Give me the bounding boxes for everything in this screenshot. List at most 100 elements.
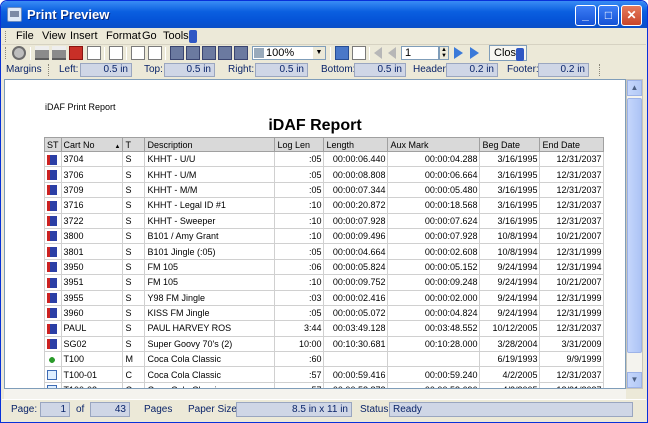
scroll-thumb[interactable]	[627, 98, 642, 353]
status-value: Ready	[389, 402, 633, 417]
left-margin-field[interactable]: 0.5 in	[80, 63, 132, 77]
table-row[interactable]: 3704 S KHHT - U/U:05 00:00:06.440 00:00:04.2…	[44, 150, 605, 168]
beg-date-cell: 4/2/2005	[479, 366, 541, 383]
email-icon[interactable]	[352, 46, 366, 60]
log-len-cell: :05	[274, 166, 325, 183]
table-body: 3704 S KHHT - U/U:05 00:00:06.440 00:00:04.2…	[44, 150, 605, 388]
table-row[interactable]: PAUL S PAUL HARVEY ROS 3:44 00:03:49.128 00:0…	[44, 320, 605, 337]
table-row[interactable]: 3955 S Y98 FM Jingle:03 00:00:02.416 00:00:0…	[44, 289, 605, 306]
multi-pages-icon[interactable]	[218, 46, 232, 60]
chevron-down-icon[interactable]: ▼	[313, 47, 325, 59]
table-row[interactable]: 3951 S FM 105:10 00:00:09.752 00:00:09.248 9/…	[44, 274, 605, 291]
page-width-icon[interactable]	[148, 46, 162, 60]
column-header[interactable]: Beg Date	[479, 137, 541, 152]
status-cell	[44, 212, 62, 229]
cart-no-cell: 3955	[60, 289, 124, 306]
print-setup-icon[interactable]	[52, 46, 66, 60]
column-header[interactable]: Aux Mark	[387, 137, 481, 152]
column-header-sorted[interactable]: Cart No ▲	[60, 137, 124, 152]
report-preview-page: iDAF Print Report iDAF Report ST Cart No…	[4, 79, 626, 389]
log-len-cell: :05	[274, 150, 325, 168]
table-row[interactable]: T100 M Coca Cola Classic:60 6/19/1993 9/9/19…	[44, 351, 605, 368]
zoom-select[interactable]: 100% ▼	[252, 46, 326, 60]
aux-mark-cell: 00:00:09.248	[387, 274, 481, 291]
maximize-button[interactable]: □	[598, 5, 619, 26]
length-cell: 00:00:58.872	[323, 381, 389, 388]
table-row[interactable]: 3709 S KHHT - M/M:05 00:00:07.344 00:00:05.4…	[44, 181, 605, 199]
beg-date-cell: 10/12/2005	[479, 320, 541, 337]
toolbar-overflow-icon[interactable]	[516, 48, 524, 61]
footer-margin-field[interactable]: 0.2 in	[538, 63, 589, 77]
table-row[interactable]: 3706 S KHHT - U/M:05 00:00:08.808 00:00:06.6…	[44, 166, 605, 183]
bottom-margin-field[interactable]: 0.5 in	[354, 63, 406, 77]
print-icon[interactable]	[35, 46, 49, 60]
next-page-icon[interactable]	[454, 47, 463, 59]
status-cell	[44, 181, 62, 199]
table-row[interactable]: 3950 S FM 105:06 00:00:05.824 00:00:05.152 9/…	[44, 258, 605, 276]
menu-view[interactable]: View	[42, 30, 66, 42]
table-row[interactable]: 3800 S B101 / Amy Grant:10 00:00:09.496 00:0…	[44, 227, 605, 245]
aux-mark-cell: 00:00:05.152	[387, 258, 481, 276]
scroll-up-icon[interactable]: ▲	[627, 80, 642, 96]
first-page-icon[interactable]	[374, 47, 382, 59]
cart-no-cell: PAUL	[60, 320, 124, 337]
vertical-scrollbar[interactable]: ▲ ▼	[626, 79, 643, 389]
aux-mark-cell: 00:00:02.000	[387, 289, 481, 306]
sort-ascending-icon: ▲	[114, 143, 121, 150]
page-spinner[interactable]: ▲ ▼	[439, 46, 449, 60]
column-header[interactable]: Log Len	[274, 137, 325, 152]
length-cell: 00:00:07.928	[323, 212, 389, 229]
header-margin-field[interactable]: 0.2 in	[446, 63, 498, 77]
menu-overflow-icon[interactable]	[189, 30, 197, 43]
title-bar[interactable]: Print Preview _ □ ✕	[1, 1, 647, 28]
zoom-page-icon[interactable]	[170, 46, 184, 60]
last-page-icon[interactable]	[470, 47, 479, 59]
column-header[interactable]: Description	[144, 137, 276, 152]
settings-gear-icon[interactable]	[12, 46, 26, 60]
find-icon[interactable]	[335, 46, 349, 60]
thumbnails-icon[interactable]	[234, 46, 248, 60]
top-margin-field[interactable]: 0.5 in	[164, 63, 215, 77]
print-preview-window: Print Preview _ □ ✕ File View Insert For…	[0, 0, 648, 423]
table-row[interactable]: T100-01 C Coca Cola Classic:57 00:00:59.416…	[44, 366, 605, 383]
column-header[interactable]: End Date	[539, 137, 605, 152]
length-cell: 00:00:05.824	[323, 258, 389, 276]
menu-tools[interactable]: Tools	[163, 30, 189, 42]
previous-page-icon[interactable]	[388, 47, 396, 59]
status-bar: Page: 1 of 43 Pages Paper Size: 8.5 in x…	[2, 399, 646, 422]
column-header[interactable]: Length	[323, 137, 389, 152]
top-margin-label: Top:	[144, 64, 163, 75]
menu-go[interactable]: Go	[142, 30, 157, 42]
close-window-button[interactable]: ✕	[621, 5, 642, 26]
two-pages-icon[interactable]	[186, 46, 200, 60]
scroll-down-icon[interactable]: ▼	[627, 372, 642, 388]
page-number-input[interactable]: 1	[401, 46, 439, 60]
menu-insert[interactable]: Insert	[70, 30, 98, 42]
single-page-icon[interactable]	[131, 46, 145, 60]
export-document-icon[interactable]	[87, 46, 101, 60]
status-cell	[44, 366, 62, 383]
beg-date-cell: 3/16/1995	[479, 150, 541, 168]
end-date-cell: 10/21/2007	[539, 274, 605, 291]
type-cell: S	[122, 227, 146, 245]
table-row[interactable]: 3722 S KHHT - Sweeper:10 00:00:07.928 00:00:…	[44, 212, 605, 229]
table-row[interactable]: 3960 S KISS FM Jingle:05 00:00:05.072 00:00:…	[44, 304, 605, 322]
description-cell: Coca Cola Classic	[144, 366, 276, 383]
table-row[interactable]: T100-02CCoca Cola Classic:5700:00:58.872…	[44, 381, 605, 388]
table-row[interactable]: SG02 S Super Goovy 70's (2) 10:00 00:10:30.6…	[44, 335, 605, 353]
cart-icon	[47, 154, 57, 165]
table-row[interactable]: 3716 S KHHT - Legal ID #1:10 00:00:20.872 00…	[44, 197, 605, 214]
page-setup-icon[interactable]	[109, 46, 123, 60]
right-margin-field[interactable]: 0.5 in	[255, 63, 308, 77]
cart-no-cell: 3706	[60, 166, 124, 183]
aux-mark-cell: 00:03:48.552	[387, 320, 481, 337]
column-header[interactable]: ST	[44, 137, 62, 152]
column-header[interactable]: T	[122, 137, 146, 152]
menu-format[interactable]: Format	[106, 30, 141, 42]
four-pages-icon[interactable]	[202, 46, 216, 60]
menu-file[interactable]: File	[16, 30, 34, 42]
toolbar-grip	[5, 47, 8, 59]
minimize-button[interactable]: _	[575, 5, 596, 26]
pdf-export-icon[interactable]	[69, 46, 83, 60]
table-row[interactable]: 3801 S B101 Jingle (:05):05 00:00:04.664 00:…	[44, 243, 605, 260]
